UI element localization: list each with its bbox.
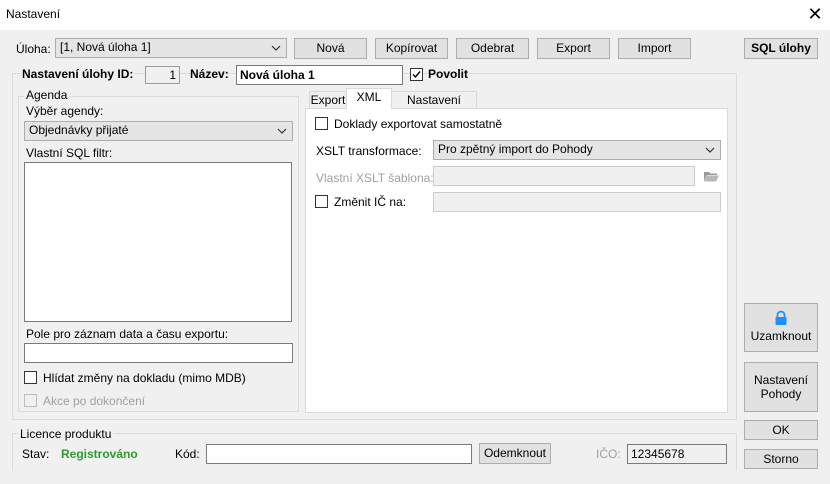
license-code-label: Kód:: [175, 447, 200, 461]
lock-label: Uzamknout: [750, 329, 812, 343]
license-status-value: Registrováno: [61, 447, 138, 461]
agenda-select-value: Objednávky přijaté: [29, 123, 129, 137]
xslt-select[interactable]: Pro zpětný import do Pohody: [433, 140, 721, 160]
checkmark-icon: [412, 71, 421, 79]
chevron-down-icon: [705, 147, 715, 153]
enable-label: Povolit: [428, 67, 469, 81]
ico-label: IČO:: [596, 447, 621, 461]
license-group-label: Licence produktu: [18, 427, 114, 441]
folder-icon[interactable]: [703, 170, 720, 183]
pohoda-settings-button[interactable]: Nastavení Pohody: [744, 362, 818, 412]
license-code-field[interactable]: [206, 444, 472, 464]
task-name-field[interactable]: Nová úloha 1: [236, 65, 403, 85]
cancel-button[interactable]: Storno: [744, 449, 818, 469]
task-select-value: [1, Nová úloha 1]: [60, 40, 151, 54]
watch-changes-label: Hlídat změny na dokladu (mimo MDB): [43, 371, 246, 385]
license-status-label: Stav:: [22, 447, 50, 461]
import-button[interactable]: Import: [618, 38, 691, 59]
copy-button[interactable]: Kopírovat: [375, 38, 448, 59]
export-button[interactable]: Export: [537, 38, 610, 59]
watch-changes-checkbox[interactable]: [24, 371, 37, 384]
change-ic-checkbox[interactable]: [315, 195, 328, 208]
change-ic-field: [433, 192, 721, 212]
export-time-field-label: Pole pro záznam data a času exportu:: [26, 327, 229, 341]
separate-export-label: Doklady exportovat samostatně: [334, 117, 503, 131]
export-time-field[interactable]: [24, 343, 293, 363]
remove-button[interactable]: Odebrat: [456, 38, 529, 59]
xslt-label: XSLT transformace:: [316, 144, 422, 158]
change-ic-label: Změnit IČ na:: [334, 195, 407, 209]
new-button[interactable]: Nová: [294, 38, 367, 59]
pohoda-settings-label-1: Nastavení: [753, 373, 809, 387]
ok-button[interactable]: OK: [744, 420, 818, 440]
sql-filter-textarea[interactable]: [24, 162, 292, 322]
agenda-select-label: Výběr agendy:: [26, 104, 104, 118]
agenda-group-label: Agenda: [24, 88, 70, 102]
task-id-field: 1: [145, 66, 180, 84]
custom-xslt-label: Vlastní XSLT šablona:: [316, 171, 434, 185]
tab-xml[interactable]: XML: [346, 88, 392, 109]
chevron-down-icon: [271, 45, 281, 51]
enable-checkbox[interactable]: [410, 68, 423, 81]
window-title: Nastavení: [6, 7, 61, 21]
after-finish-checkbox: [24, 394, 37, 407]
ico-field: 12345678: [627, 444, 727, 464]
unlock-button[interactable]: Odemknout: [479, 443, 551, 464]
title-bar: [0, 0, 830, 30]
lock-icon: [775, 310, 787, 325]
chevron-down-icon: [277, 128, 287, 134]
after-finish-label: Akce po dokončení: [43, 394, 146, 408]
close-icon[interactable]: ✕: [806, 3, 824, 25]
sql-filter-label: Vlastní SQL filtr:: [26, 146, 113, 160]
custom-xslt-field: [433, 166, 695, 186]
separate-export-checkbox[interactable]: [315, 117, 328, 130]
agenda-select[interactable]: Objednávky přijaté: [24, 121, 293, 141]
lock-button[interactable]: Uzamknout: [744, 303, 818, 352]
task-id-label: Nastavení úlohy ID:: [20, 67, 136, 81]
task-label: Úloha:: [16, 42, 51, 56]
task-select[interactable]: [1, Nová úloha 1]: [55, 38, 287, 58]
xslt-select-value: Pro zpětný import do Pohody: [438, 142, 593, 156]
pohoda-settings-label-2: Pohody: [760, 387, 802, 401]
sql-tasks-button[interactable]: SQL úlohy: [744, 38, 818, 59]
name-label: Název:: [190, 67, 229, 81]
